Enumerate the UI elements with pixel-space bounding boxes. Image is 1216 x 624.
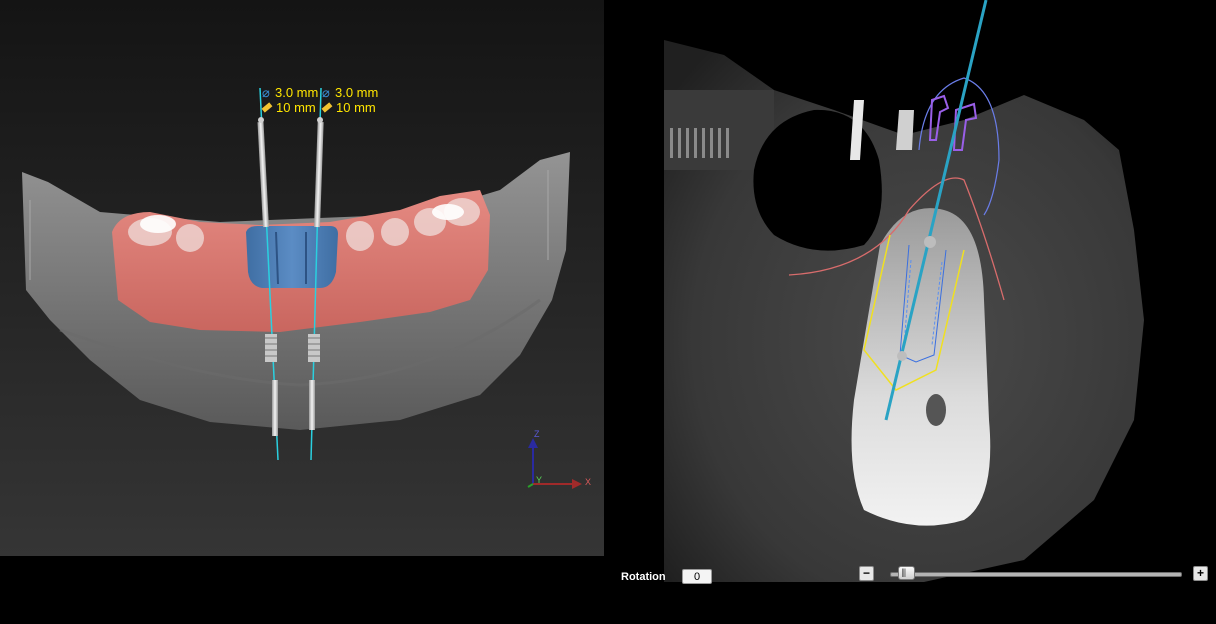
implant-2-diameter: 3.0 mm	[335, 85, 379, 100]
viewport-3d[interactable]: ⌀ 3.0 mm 10 mm ⌀ 3.0 mm 10 mm Z Y X	[0, 0, 604, 556]
diameter-icon: ⌀	[322, 85, 330, 100]
rotation-label: Rotation	[621, 571, 666, 583]
implant-label-2: ⌀ 3.0 mm 10 mm	[321, 85, 379, 115]
crown-bridge	[246, 226, 338, 288]
diameter-icon: ⌀	[262, 85, 270, 100]
implant-2-length: 10 mm	[336, 100, 376, 115]
zoom-slider-track[interactable]	[890, 572, 1182, 577]
zoom-out-button[interactable]: −	[859, 566, 874, 581]
length-icon	[321, 102, 333, 113]
zoom-slider-thumb[interactable]	[898, 566, 916, 580]
ct-cross-section-view[interactable]	[664, 0, 1216, 582]
implant-1-length: 10 mm	[276, 100, 316, 115]
length-icon	[261, 102, 273, 113]
zoom-in-button[interactable]: +	[1193, 566, 1208, 581]
axis-y-label: Y	[536, 475, 543, 485]
jaw-3d-render	[22, 87, 582, 489]
rotation-input[interactable]: 0	[682, 569, 712, 584]
implant-1-diameter: 3.0 mm	[275, 85, 319, 100]
implant-label-1: ⌀ 3.0 mm 10 mm	[261, 85, 319, 115]
axis-x-label: X	[585, 477, 592, 487]
ct-slice-image	[664, 0, 1144, 582]
axis-z-label: Z	[534, 429, 540, 439]
